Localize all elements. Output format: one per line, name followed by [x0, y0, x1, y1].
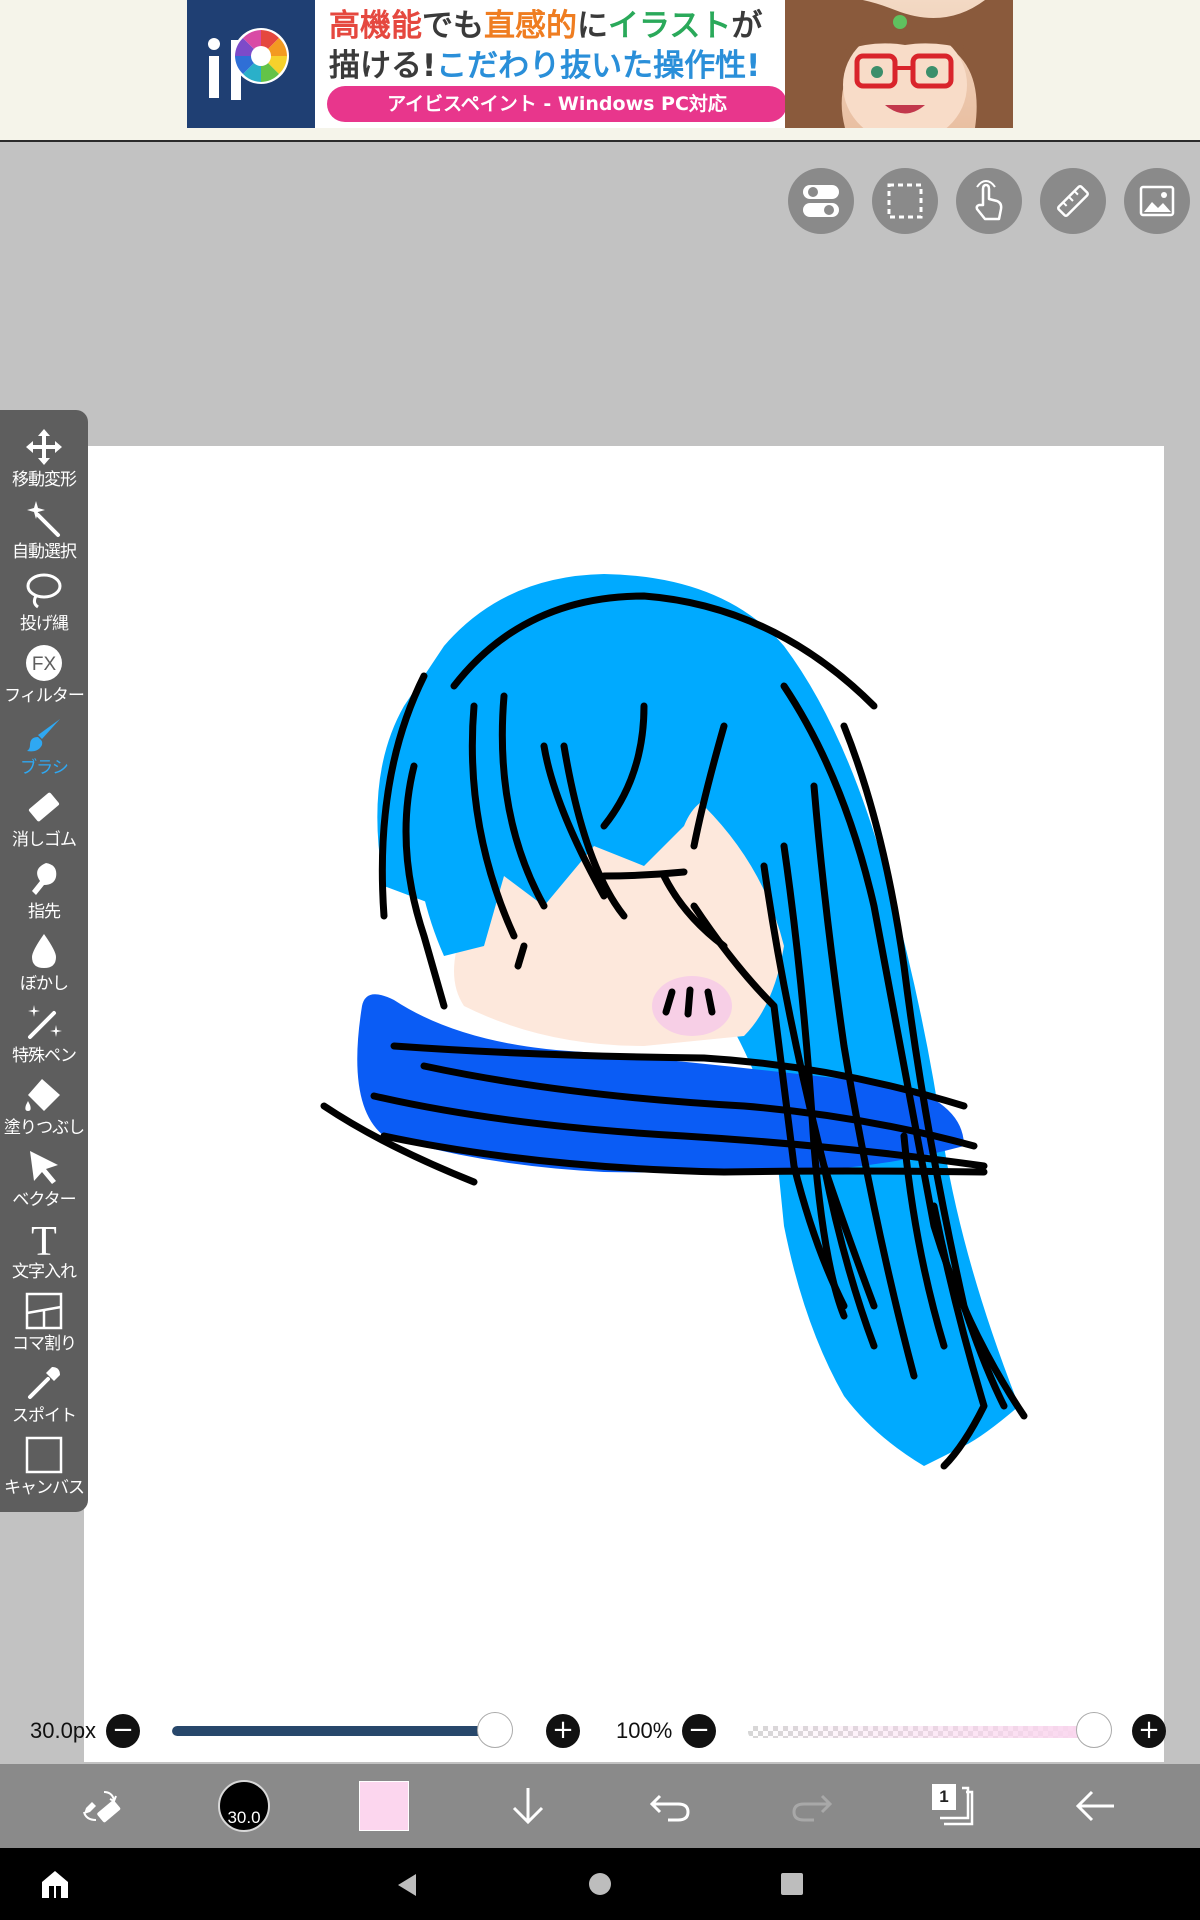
opacity-thumb[interactable]	[1076, 1712, 1112, 1748]
brush-size-increase-button[interactable]: +	[546, 1714, 580, 1748]
bottom-toolbar: 30.0 1	[0, 1764, 1200, 1848]
redo-button[interactable]	[772, 1764, 852, 1848]
brush-size-text: 30.0	[227, 1808, 261, 1827]
material-button[interactable]	[1124, 168, 1190, 234]
eyedropper-icon	[22, 1362, 66, 1404]
swap-tool-button[interactable]	[60, 1764, 140, 1848]
layers-button[interactable]: 1	[914, 1764, 994, 1848]
vector-cursor-icon	[22, 1146, 66, 1188]
tool-brush[interactable]: ブラシ	[0, 714, 88, 786]
tool-eraser[interactable]: 消しゴム	[0, 786, 88, 858]
canvas-icon	[22, 1434, 66, 1476]
blur-drop-icon	[22, 930, 66, 972]
system-navigation-bar	[0, 1848, 1200, 1920]
tool-lasso[interactable]: 投げ縄	[0, 570, 88, 642]
brush-size-indicator[interactable]: 30.0	[204, 1764, 284, 1848]
nav-recents-icon[interactable]	[778, 1870, 806, 1898]
toggle-settings-icon	[803, 185, 839, 217]
material-image-icon	[1139, 185, 1175, 217]
download-button[interactable]	[488, 1764, 568, 1848]
frame-divider-icon	[22, 1290, 66, 1332]
selection-button[interactable]	[872, 168, 938, 234]
brush-size-fill	[172, 1726, 495, 1736]
touch-icon	[975, 180, 1003, 221]
layer-count: 1	[932, 1784, 956, 1810]
undo-button[interactable]	[630, 1764, 710, 1848]
ruler-icon	[1057, 185, 1089, 217]
ibis-paint-logo	[187, 0, 315, 128]
special-pen-icon	[22, 1002, 66, 1044]
ad-cta-button[interactable]: アイビスペイント - Windows PC対応	[327, 86, 787, 122]
brush-size-preview: 30.0	[218, 1780, 270, 1832]
tool-move-transform[interactable]: 移動変形	[0, 426, 88, 498]
tool-auto-select[interactable]: 自動選択	[0, 498, 88, 570]
toggle-settings-button[interactable]	[788, 168, 854, 234]
ruler-button[interactable]	[1040, 168, 1106, 234]
arrow-left-icon	[1075, 1790, 1114, 1822]
brush-icon	[22, 714, 66, 756]
fx-icon: FX	[22, 642, 66, 684]
opacity-increase-button[interactable]: +	[1132, 1714, 1166, 1748]
tool-fill[interactable]: 塗りつぶし	[0, 1074, 88, 1146]
ad-character-illustration	[785, 0, 1013, 128]
tool-eyedropper[interactable]: スポイト	[0, 1362, 88, 1434]
opacity-decrease-button[interactable]: −	[682, 1714, 716, 1748]
ad-banner[interactable]: 高機能でも直感的にイラストが 描ける!こだわり抜いた操作性! アイビスペイント …	[187, 0, 1013, 128]
current-color-swatch	[359, 1781, 409, 1831]
brush-size-decrease-button[interactable]: −	[106, 1714, 140, 1748]
eraser-icon	[22, 786, 66, 828]
opacity-slider[interactable]	[748, 1726, 1094, 1738]
opacity-value: 100%	[616, 1718, 673, 1743]
undo-icon	[649, 1794, 690, 1822]
lasso-icon	[22, 570, 66, 612]
left-toolbar: 移動変形 自動選択 投げ縄 FX フィルター ブラシ 消しゴム 指先 ぼかし 特…	[0, 410, 88, 1512]
svg-text:FX: FX	[32, 654, 57, 675]
artwork	[320, 574, 1028, 1470]
text-icon: T	[22, 1218, 66, 1260]
back-button[interactable]	[1056, 1764, 1136, 1848]
tool-canvas[interactable]: キャンバス	[0, 1434, 88, 1506]
fill-bucket-icon	[22, 1074, 66, 1116]
selection-icon	[887, 183, 923, 219]
tool-blur[interactable]: ぼかし	[0, 930, 88, 1002]
home-shortcut-icon[interactable]	[38, 1868, 72, 1900]
drawing-canvas[interactable]	[84, 446, 1164, 1762]
brush-size-thumb[interactable]	[476, 1712, 513, 1748]
smudge-icon	[22, 858, 66, 900]
tool-vector[interactable]: ベクター	[0, 1146, 88, 1218]
nav-back-icon[interactable]	[392, 1870, 422, 1900]
touch-button[interactable]	[956, 168, 1022, 234]
move-icon	[22, 426, 66, 468]
brush-eraser-swap-icon	[83, 1791, 121, 1823]
magic-wand-icon	[22, 498, 66, 540]
svg-text:T: T	[31, 1219, 57, 1259]
color-button[interactable]	[344, 1764, 424, 1848]
redo-icon	[792, 1794, 833, 1822]
tool-text[interactable]: T 文字入れ	[0, 1218, 88, 1290]
tool-special-pen[interactable]: 特殊ペン	[0, 1002, 88, 1074]
tool-smudge[interactable]: 指先	[0, 858, 88, 930]
nav-home-icon[interactable]	[586, 1870, 614, 1898]
brush-size-value: 30.0px	[30, 1718, 97, 1743]
arrow-down-icon	[512, 1788, 544, 1825]
tool-frame-divider[interactable]: コマ割り	[0, 1290, 88, 1362]
tool-filter[interactable]: FX フィルター	[0, 642, 88, 714]
brush-size-slider[interactable]	[172, 1726, 508, 1736]
ad-strip: 高機能でも直感的にイラストが 描ける!こだわり抜いた操作性! アイビスペイント …	[0, 0, 1200, 142]
layers-icon: 1	[932, 1784, 976, 1828]
